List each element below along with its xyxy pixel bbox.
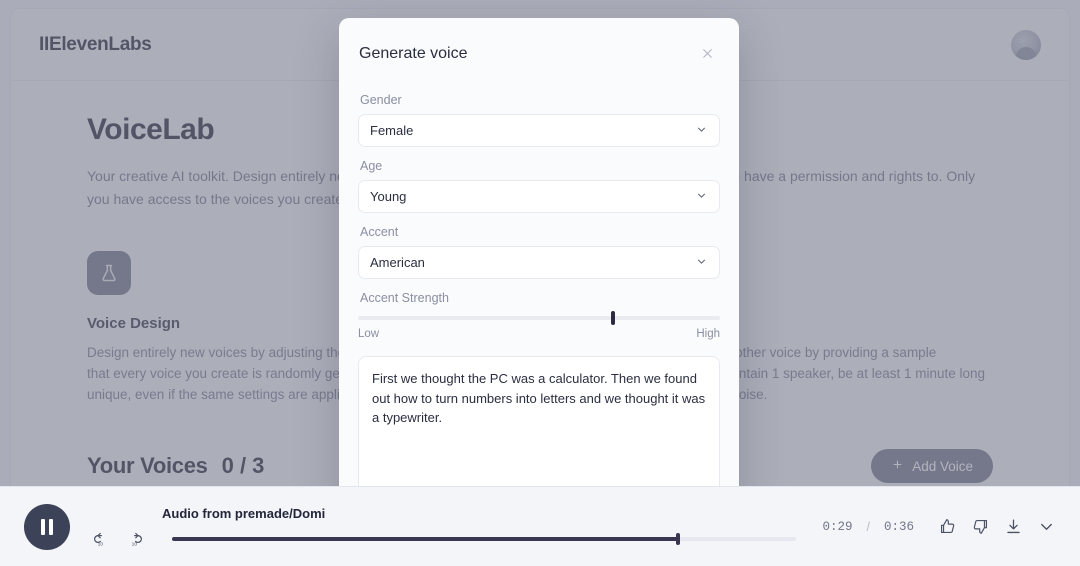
audio-player-bar: Audio from premade/Domi 10 10 0:29 / bbox=[0, 486, 1080, 566]
player-controls: 10 10 bbox=[92, 530, 814, 548]
slider-max-label: High bbox=[696, 328, 720, 340]
accent-strength-label: Accent Strength bbox=[360, 291, 720, 305]
age-label: Age bbox=[360, 159, 720, 173]
current-time: 0:29 bbox=[822, 520, 852, 534]
accent-label: Accent bbox=[360, 225, 720, 239]
gender-label: Gender bbox=[360, 93, 720, 107]
thumbs-down-icon[interactable] bbox=[971, 517, 990, 536]
svg-text:10: 10 bbox=[132, 541, 138, 547]
playback-progress-bar[interactable] bbox=[172, 537, 796, 541]
pause-icon[interactable] bbox=[24, 504, 70, 550]
slider-thumb[interactable] bbox=[611, 311, 615, 325]
generate-voice-dialog: Generate voice Gender Female Age Young A… bbox=[339, 18, 739, 547]
progress-knob[interactable] bbox=[676, 533, 680, 545]
accent-select[interactable]: American bbox=[358, 246, 720, 279]
chevron-down-icon bbox=[695, 255, 708, 271]
dialog-title: Generate voice bbox=[359, 45, 468, 63]
accent-strength-slider[interactable]: Low High bbox=[358, 316, 720, 340]
player-right-controls: 0:29 / 0:36 bbox=[822, 517, 1056, 536]
chevron-down-icon bbox=[695, 123, 708, 139]
thumbs-up-icon[interactable] bbox=[938, 517, 957, 536]
total-time: 0:36 bbox=[884, 520, 914, 534]
progress-fill bbox=[172, 537, 678, 541]
pause-bar bbox=[41, 519, 45, 535]
download-icon[interactable] bbox=[1004, 517, 1023, 536]
accent-value: American bbox=[370, 255, 425, 270]
svg-text:10: 10 bbox=[98, 541, 104, 547]
close-icon[interactable] bbox=[696, 42, 719, 65]
forward-10-icon[interactable]: 10 bbox=[126, 530, 144, 548]
replay-10-icon[interactable]: 10 bbox=[92, 530, 110, 548]
gender-value: Female bbox=[370, 123, 413, 138]
slider-end-labels: Low High bbox=[358, 328, 720, 340]
time-separator: / bbox=[867, 520, 870, 534]
chevron-down-icon bbox=[695, 189, 708, 205]
slider-min-label: Low bbox=[358, 328, 379, 340]
gender-select[interactable]: Female bbox=[358, 114, 720, 147]
age-value: Young bbox=[370, 189, 406, 204]
age-select[interactable]: Young bbox=[358, 180, 720, 213]
player-track-title: Audio from premade/Domi bbox=[162, 506, 814, 521]
dialog-header: Generate voice bbox=[339, 18, 739, 71]
dialog-body: Gender Female Age Young Accent American … bbox=[339, 71, 739, 547]
chevron-down-icon[interactable] bbox=[1037, 517, 1056, 536]
player-main: Audio from premade/Domi 10 10 bbox=[92, 506, 814, 548]
slider-track[interactable] bbox=[358, 316, 720, 320]
pause-bar bbox=[49, 519, 53, 535]
